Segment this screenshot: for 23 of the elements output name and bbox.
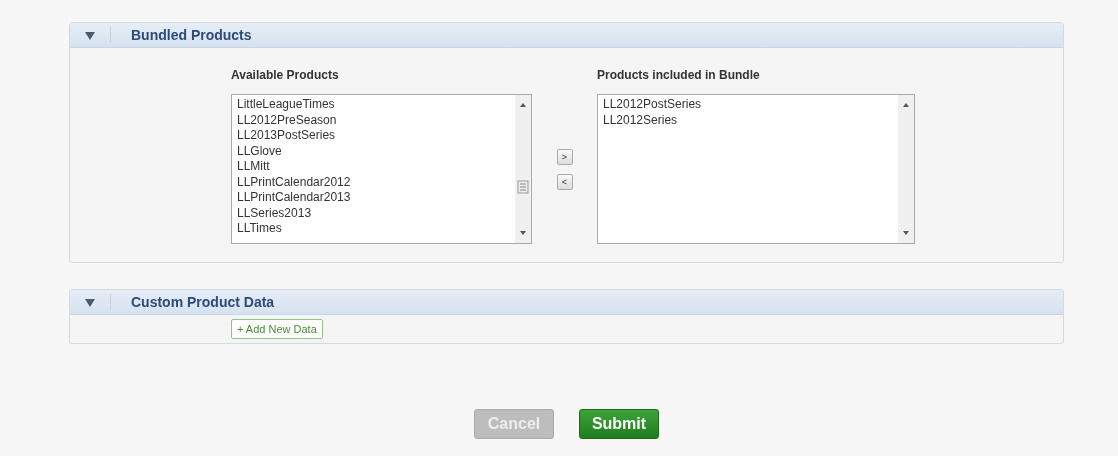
list-label: Available Products <box>231 68 340 82</box>
add-new-data-button[interactable]: + Add New Data <box>231 319 323 339</box>
list-item[interactable]: LL2012PostSeries <box>603 97 893 113</box>
submit-button[interactable]: Submit <box>579 409 659 439</box>
available-products-list[interactable]: LittleLeagueTimes LL2012PreSeason LL2013PostSeries LLGlove LLMitt LLPrintCalendar2012 LLPrintCalendar2013 LLSeries2013 LLTimes <box>231 94 532 244</box>
list-item[interactable]: LLSeries2013 <box>237 205 510 221</box>
collapse-arrow-icon[interactable] <box>85 30 95 40</box>
list-item[interactable]: LLPrintCalendar2012 <box>237 174 510 190</box>
included-products-list[interactable]: LL2012PostSeries LL2012Series <box>597 94 915 244</box>
list-item[interactable]: LL2013PostSeries <box>237 128 510 144</box>
list-label: Products included in Bundle <box>597 68 761 82</box>
list-item[interactable]: LLGlove <box>237 143 510 159</box>
list-item[interactable]: LittleLeagueTimes <box>237 97 510 113</box>
section-title: Bundled Products <box>131 27 252 43</box>
list-item[interactable]: LLTimes <box>237 221 510 237</box>
list-item[interactable]: LLPrintCalendar2013 <box>237 190 510 206</box>
list-item[interactable]: LLMitt <box>237 159 510 175</box>
list-item[interactable]: LL2012PreSeason <box>237 112 510 128</box>
move-button[interactable]: > <box>556 148 573 165</box>
collapse-arrow-icon[interactable] <box>85 297 95 307</box>
move-button[interactable]: < <box>556 173 573 190</box>
list-item[interactable]: LL2012Series <box>603 112 893 128</box>
section-title: Custom Product Data <box>131 294 275 310</box>
